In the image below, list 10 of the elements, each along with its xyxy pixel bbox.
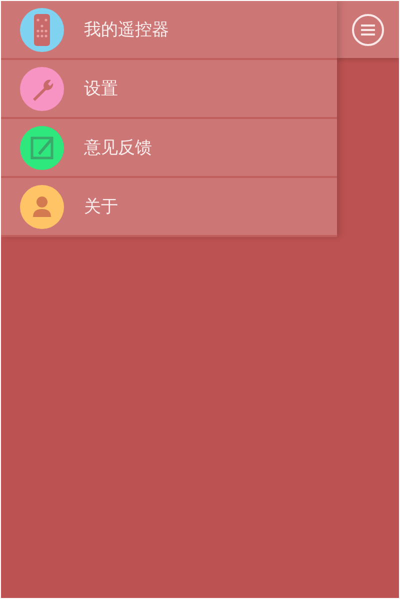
menu-item[interactable]: 关于: [1, 178, 337, 237]
menu-button[interactable]: [337, 1, 399, 58]
menu-item[interactable]: 意见反馈: [1, 119, 337, 178]
menu-label: 我的遥控器: [84, 19, 169, 41]
menu-icon: [351, 12, 385, 46]
menu-label: 关于: [84, 196, 118, 218]
menu-item[interactable]: 设置: [1, 60, 337, 119]
menu-label: 意见反馈: [84, 137, 152, 159]
menu-item[interactable]: 我的遥控器: [1, 1, 337, 60]
menu-label: 设置: [84, 78, 118, 100]
